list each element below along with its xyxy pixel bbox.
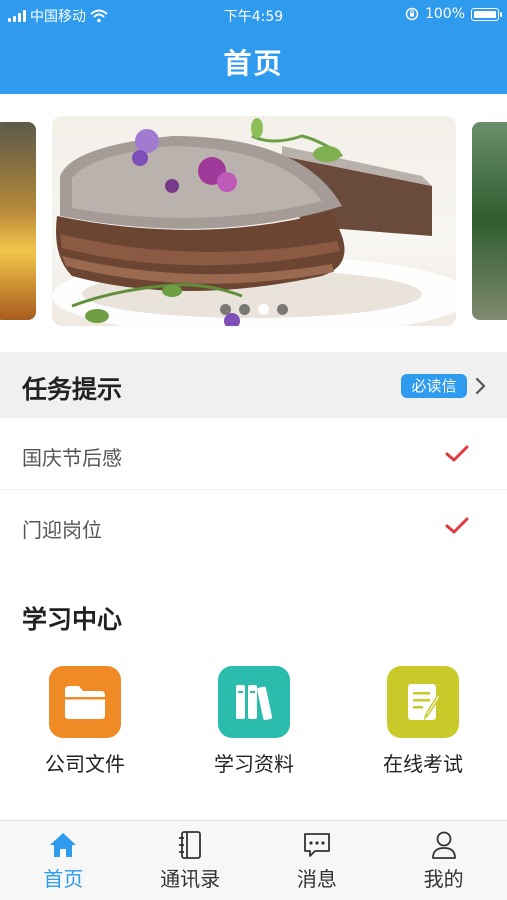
status-bar: 中国移动 下午4:59 100% [0, 0, 507, 30]
learning-item-label: 学习资料 [214, 752, 294, 776]
check-icon [445, 445, 469, 462]
carousel-dot[interactable] [276, 304, 288, 315]
task-section-title: 任务提示 [22, 375, 123, 404]
contacts-icon [179, 831, 202, 859]
home-icon [50, 833, 77, 857]
learning-item-label: 在线考试 [383, 752, 463, 776]
tab-profile[interactable]: 我的 [380, 821, 507, 900]
check-icon [445, 517, 469, 534]
tab-label: 消息 [296, 867, 337, 891]
message-icon [303, 833, 330, 857]
folder-icon [49, 666, 121, 738]
task-item-label: 国庆节后感 [22, 446, 122, 470]
cake-image [52, 118, 456, 326]
tab-bar: 首页 通讯录 消息 我的 [0, 820, 507, 900]
task-item[interactable]: 门迎岗位 [0, 490, 507, 562]
learning-item-online-exam[interactable]: 在线考试 [368, 666, 478, 777]
books-icon [218, 666, 290, 738]
task-item-label: 门迎岗位 [22, 518, 102, 542]
carousel-dot[interactable] [219, 304, 231, 315]
exam-icon [387, 666, 459, 738]
battery-icon [471, 7, 502, 21]
nav-bar: 首页 [0, 30, 507, 94]
tab-label: 我的 [423, 867, 464, 891]
chevron-right-icon[interactable] [471, 374, 491, 398]
page-title: 首页 [223, 47, 284, 80]
tab-messages[interactable]: 消息 [254, 821, 381, 900]
must-read-badge[interactable]: 必读信 [401, 374, 467, 398]
task-item[interactable]: 国庆节后感 [0, 418, 507, 490]
carousel-slide-prev[interactable] [0, 122, 36, 320]
task-list: 国庆节后感 门迎岗位 [0, 418, 507, 562]
tab-label: 首页 [43, 867, 84, 891]
banner-carousel[interactable] [0, 94, 507, 352]
learning-item-company-docs[interactable]: 公司文件 [30, 666, 140, 777]
carousel-dot[interactable] [257, 304, 269, 315]
tab-contacts[interactable]: 通讯录 [127, 821, 254, 900]
orientation-lock-icon [405, 7, 419, 21]
tab-home[interactable]: 首页 [0, 821, 127, 900]
tab-label: 通讯录 [160, 867, 221, 891]
learning-center-section: 学习中心 公司文件 学习资料 在线考试 [0, 562, 507, 820]
carousel-dot[interactable] [238, 304, 250, 315]
learning-item-label: 公司文件 [45, 752, 125, 776]
carousel-slide-current[interactable] [52, 116, 456, 326]
learning-item-study-materials[interactable]: 学习资料 [199, 666, 309, 777]
carousel-indicator [0, 304, 507, 315]
user-icon [431, 831, 456, 859]
learning-center-title: 学习中心 [22, 605, 123, 634]
battery-percent: 100% [424, 6, 465, 22]
carousel-slide-next[interactable] [472, 122, 507, 320]
